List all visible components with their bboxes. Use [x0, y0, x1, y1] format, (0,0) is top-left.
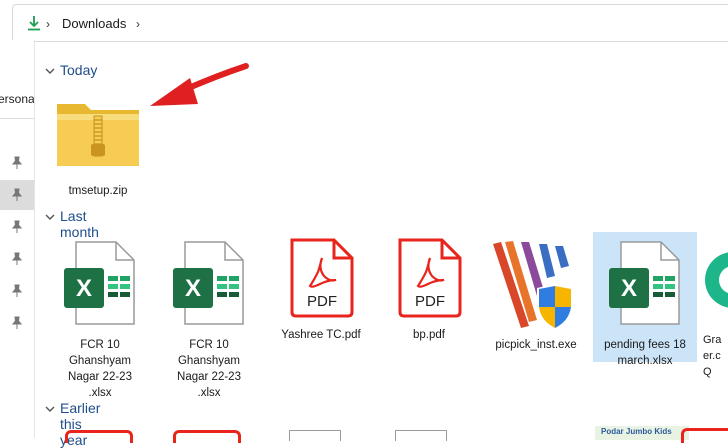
quick-access-item[interactable] [0, 276, 34, 306]
quick-access-item-selected[interactable] [0, 180, 34, 210]
annotation-arrow-icon [150, 63, 249, 106]
svg-text:X: X [621, 275, 637, 302]
installer-icon [493, 241, 573, 330]
file-item-excel[interactable]: X FCR 10 Ghanshyam Nagar 22-23 .xlsx [57, 236, 143, 401]
pdf-icon: PDF [398, 238, 462, 318]
excel-icon: X [173, 241, 244, 325]
quick-access-item[interactable] [0, 244, 34, 274]
pin-icon [11, 220, 23, 233]
svg-text:X: X [76, 275, 92, 302]
file-item-installer[interactable]: picpick_inst.exe [493, 236, 579, 353]
quick-access-item[interactable] [0, 148, 34, 178]
file-name: Gra er.c Q [703, 334, 722, 378]
pin-icon [11, 156, 23, 169]
chevron-down-icon [45, 406, 55, 412]
nav-divider [0, 118, 34, 119]
navigation-pane: ersona [0, 40, 35, 438]
download-arrow-icon [28, 16, 40, 31]
file-item-tmsetup[interactable]: tmsetup.zip [55, 94, 141, 199]
svg-text:PDF: PDF [415, 293, 445, 310]
nav-item-personal[interactable]: ersona [0, 92, 35, 106]
file-name: picpick_inst.exe [495, 339, 577, 351]
thumbnail-text: Podar Jumbo Kids [601, 427, 672, 436]
quick-access-item[interactable] [0, 212, 34, 242]
svg-text:X: X [185, 275, 201, 302]
file-list-area: Today tmsetup.zip Last month X FCR 10 Gh… [34, 40, 728, 448]
file-name: bp.pdf [413, 329, 445, 341]
file-item-pdf[interactable]: PDF Yashree TC.pdf [278, 236, 364, 343]
breadcrumb-chevron-icon[interactable]: › [136, 17, 140, 31]
pin-icon [11, 252, 23, 265]
excel-icon: X [64, 241, 135, 325]
file-name: FCR 10 Ghanshyam Nagar 22-23 .xlsx [68, 339, 132, 399]
file-item-excel-selected[interactable]: X pending fees 18 march.xlsx [593, 232, 697, 367]
chevron-down-icon [45, 214, 55, 220]
file-item-pdf-partial[interactable] [173, 430, 241, 443]
file-name: FCR 10 Ghanshyam Nagar 22-23 .xlsx [177, 339, 241, 399]
excel-icon: X [609, 241, 680, 325]
breadcrumb-chevron-icon[interactable]: › [46, 17, 50, 31]
chevron-down-icon [45, 68, 55, 74]
pin-icon [11, 188, 23, 201]
quick-access-item[interactable] [0, 308, 34, 338]
pin-icon [11, 284, 23, 297]
file-name: tmsetup.zip [68, 185, 128, 197]
file-item-doc-partial[interactable] [395, 430, 447, 441]
file-item-pdf[interactable]: PDF bp.pdf [386, 236, 472, 343]
address-bar[interactable]: › Downloads › [12, 4, 728, 42]
file-item-excel[interactable]: X FCR 10 Ghanshyam Nagar 22-23 .xlsx [166, 236, 252, 401]
file-item-doc-partial[interactable] [289, 430, 341, 441]
file-item-pdf-partial[interactable] [681, 428, 728, 443]
svg-text:PDF: PDF [307, 293, 337, 310]
app-icon [705, 252, 728, 308]
file-item-partial[interactable]: Gra er.c Q [703, 236, 728, 380]
file-name: Yashree TC.pdf [281, 329, 361, 341]
zip-folder-icon [57, 104, 139, 166]
pin-icon [11, 316, 23, 329]
file-name: pending fees 18 march.xlsx [604, 339, 686, 367]
pdf-icon: PDF [290, 238, 354, 318]
file-item-pdf-partial[interactable] [65, 430, 133, 443]
breadcrumb-downloads[interactable]: Downloads [62, 16, 126, 31]
